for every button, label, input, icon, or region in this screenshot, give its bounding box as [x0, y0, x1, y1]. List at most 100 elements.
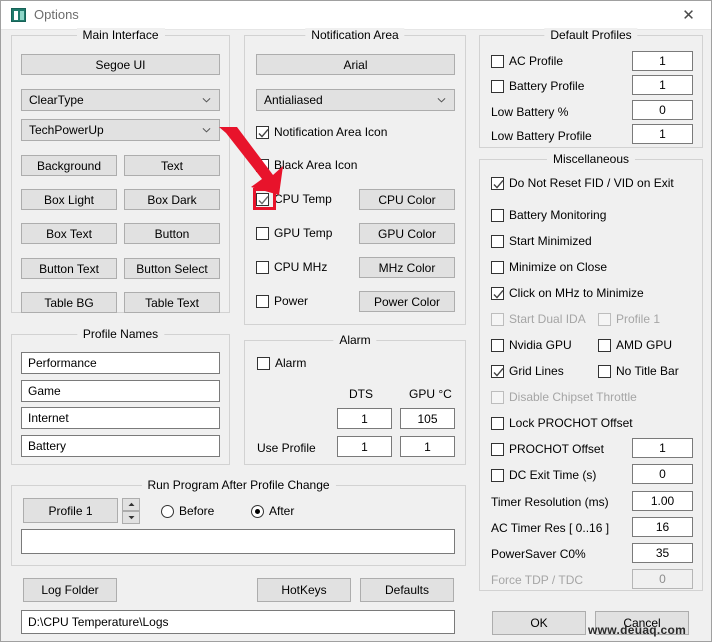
- radio-before[interactable]: Before: [161, 504, 214, 518]
- checkbox-alarm[interactable]: Alarm: [257, 356, 306, 370]
- alarm-threshold-dts-input[interactable]: 1: [337, 408, 392, 429]
- checkbox-nvidia-gpu[interactable]: Nvidia GPU: [491, 338, 572, 352]
- window-title: Options: [34, 7, 79, 22]
- force-tdp-tdc-input: 0: [632, 569, 693, 589]
- prochot-offset-input[interactable]: 1: [632, 438, 693, 458]
- hotkeys-button[interactable]: HotKeys: [257, 578, 351, 602]
- checkbox-battery-profile[interactable]: Battery Profile: [491, 79, 584, 93]
- color-button-text[interactable]: Text: [124, 155, 220, 176]
- checkbox-ac-profile[interactable]: AC Profile: [491, 54, 563, 68]
- color-button-table-text[interactable]: Table Text: [124, 292, 220, 313]
- color-button-button[interactable]: Button: [124, 223, 220, 244]
- checkbox-box: [491, 468, 504, 482]
- checkbox-box: [256, 294, 269, 308]
- checkbox-label: AMD GPU: [616, 338, 673, 352]
- checkbox-label: No Title Bar: [616, 364, 679, 378]
- group-default-profiles-label: Default Profiles: [544, 28, 638, 42]
- profile-name-input-3[interactable]: Internet: [21, 407, 220, 429]
- checkbox-box: [491, 338, 504, 352]
- battery-profile-value-input[interactable]: 1: [632, 75, 693, 95]
- main-theme-combo-value: TechPowerUp: [29, 123, 104, 137]
- stepper-down-icon[interactable]: [122, 511, 140, 524]
- color-button-button-text[interactable]: Button Text: [21, 258, 117, 279]
- checkbox-power[interactable]: Power: [256, 294, 308, 308]
- checkbox-notification-area-icon[interactable]: Notification Area Icon: [256, 125, 387, 139]
- radio-before-circle: [161, 504, 174, 518]
- run-profile-button[interactable]: Profile 1: [23, 498, 118, 523]
- alarm-use-profile-gpu-input[interactable]: 1: [400, 436, 455, 457]
- group-notification-area-label: Notification Area: [305, 28, 405, 42]
- checkbox-box: [491, 176, 504, 190]
- alarm-threshold-gpu-input[interactable]: 105: [400, 408, 455, 429]
- checkbox-cpu-temp[interactable]: CPU Temp: [256, 192, 332, 206]
- ok-button[interactable]: OK: [492, 611, 586, 635]
- radio-after-label: After: [269, 504, 295, 518]
- profile-name-input-1[interactable]: Performance: [21, 352, 220, 374]
- checkbox-label: Battery Monitoring: [509, 208, 607, 222]
- log-folder-button[interactable]: Log Folder: [23, 578, 117, 602]
- profile-name-input-4[interactable]: Battery: [21, 435, 220, 457]
- checkbox-label: CPU MHz: [274, 260, 328, 274]
- checkbox-profile-1: Profile 1: [598, 312, 660, 326]
- log-path-input[interactable]: D:\CPU Temperature\Logs: [21, 610, 455, 634]
- notification-font-button[interactable]: Arial: [256, 54, 455, 75]
- run-profile-stepper[interactable]: [122, 498, 140, 524]
- ac-timer-res-input[interactable]: 16: [632, 517, 693, 537]
- checkbox-do-not-reset-fid-vid[interactable]: Do Not Reset FID / VID on Exit: [491, 176, 674, 190]
- gpu-color-button[interactable]: GPU Color: [359, 223, 455, 244]
- main-rendering-combo[interactable]: ClearType: [21, 89, 220, 111]
- powersaver-c0-input[interactable]: 35: [632, 543, 693, 563]
- checkbox-lock-prochot-offset[interactable]: Lock PROCHOT Offset: [491, 416, 633, 430]
- checkbox-label: Start Dual IDA: [509, 312, 586, 326]
- ac-profile-value-input[interactable]: 1: [632, 51, 693, 71]
- cpu-color-button[interactable]: CPU Color: [359, 189, 455, 210]
- radio-after[interactable]: After: [251, 504, 294, 518]
- checkbox-no-title-bar[interactable]: No Title Bar: [598, 364, 679, 378]
- checkbox-label: Start Minimized: [509, 234, 592, 248]
- color-button-box-light[interactable]: Box Light: [21, 189, 117, 210]
- power-color-button[interactable]: Power Color: [359, 291, 455, 312]
- alarm-use-profile-dts-input[interactable]: 1: [337, 436, 392, 457]
- checkbox-box: [491, 79, 504, 93]
- run-program-path-input[interactable]: [21, 529, 455, 554]
- checkbox-prochot-offset[interactable]: PROCHOT Offset: [491, 442, 604, 456]
- profile-name-input-2[interactable]: Game: [21, 380, 220, 402]
- mhz-color-button[interactable]: MHz Color: [359, 257, 455, 278]
- color-button-table-bg[interactable]: Table BG: [21, 292, 117, 313]
- alarm-col-dts-label: DTS: [349, 387, 373, 401]
- checkbox-label: Click on MHz to Minimize: [509, 286, 644, 300]
- checkbox-black-area-icon[interactable]: Black Area Icon: [256, 158, 357, 172]
- checkbox-start-minimized[interactable]: Start Minimized: [491, 234, 592, 248]
- checkbox-box: [491, 416, 504, 430]
- checkbox-click-on-mhz-to-minimize[interactable]: Click on MHz to Minimize: [491, 286, 644, 300]
- color-button-box-text[interactable]: Box Text: [21, 223, 117, 244]
- color-button-background[interactable]: Background: [21, 155, 117, 176]
- checkbox-box: [598, 338, 611, 352]
- close-icon[interactable]: ✕: [666, 1, 711, 30]
- checkbox-label: CPU Temp: [274, 192, 332, 206]
- color-button-button-select[interactable]: Button Select: [124, 258, 220, 279]
- defaults-button[interactable]: Defaults: [360, 578, 454, 602]
- checkbox-minimize-on-close[interactable]: Minimize on Close: [491, 260, 607, 274]
- notification-rendering-combo[interactable]: Antialiased: [256, 89, 455, 111]
- checkbox-cpu-mhz[interactable]: CPU MHz: [256, 260, 327, 274]
- low-battery-percent-label: Low Battery %: [491, 105, 569, 119]
- checkbox-box: [256, 125, 269, 139]
- checkbox-dc-exit-time[interactable]: DC Exit Time (s): [491, 468, 596, 482]
- main-theme-combo[interactable]: TechPowerUp: [21, 119, 220, 141]
- dc-exit-time-input[interactable]: 0: [632, 464, 693, 484]
- checkbox-label: Power: [274, 294, 309, 308]
- low-battery-profile-input[interactable]: 1: [632, 124, 693, 144]
- timer-resolution-input[interactable]: 1.00: [632, 491, 693, 511]
- checkbox-box: [256, 158, 269, 172]
- color-button-box-dark[interactable]: Box Dark: [124, 189, 220, 210]
- checkbox-grid-lines[interactable]: Grid Lines: [491, 364, 564, 378]
- checkbox-battery-monitoring[interactable]: Battery Monitoring: [491, 208, 606, 222]
- main-font-button[interactable]: Segoe UI: [21, 54, 220, 75]
- low-battery-percent-input[interactable]: 0: [632, 100, 693, 120]
- checkbox-box: [256, 260, 269, 274]
- checkbox-gpu-temp[interactable]: GPU Temp: [256, 226, 332, 240]
- checkbox-label: DC Exit Time (s): [509, 468, 597, 482]
- checkbox-amd-gpu[interactable]: AMD GPU: [598, 338, 672, 352]
- stepper-up-icon[interactable]: [122, 498, 140, 511]
